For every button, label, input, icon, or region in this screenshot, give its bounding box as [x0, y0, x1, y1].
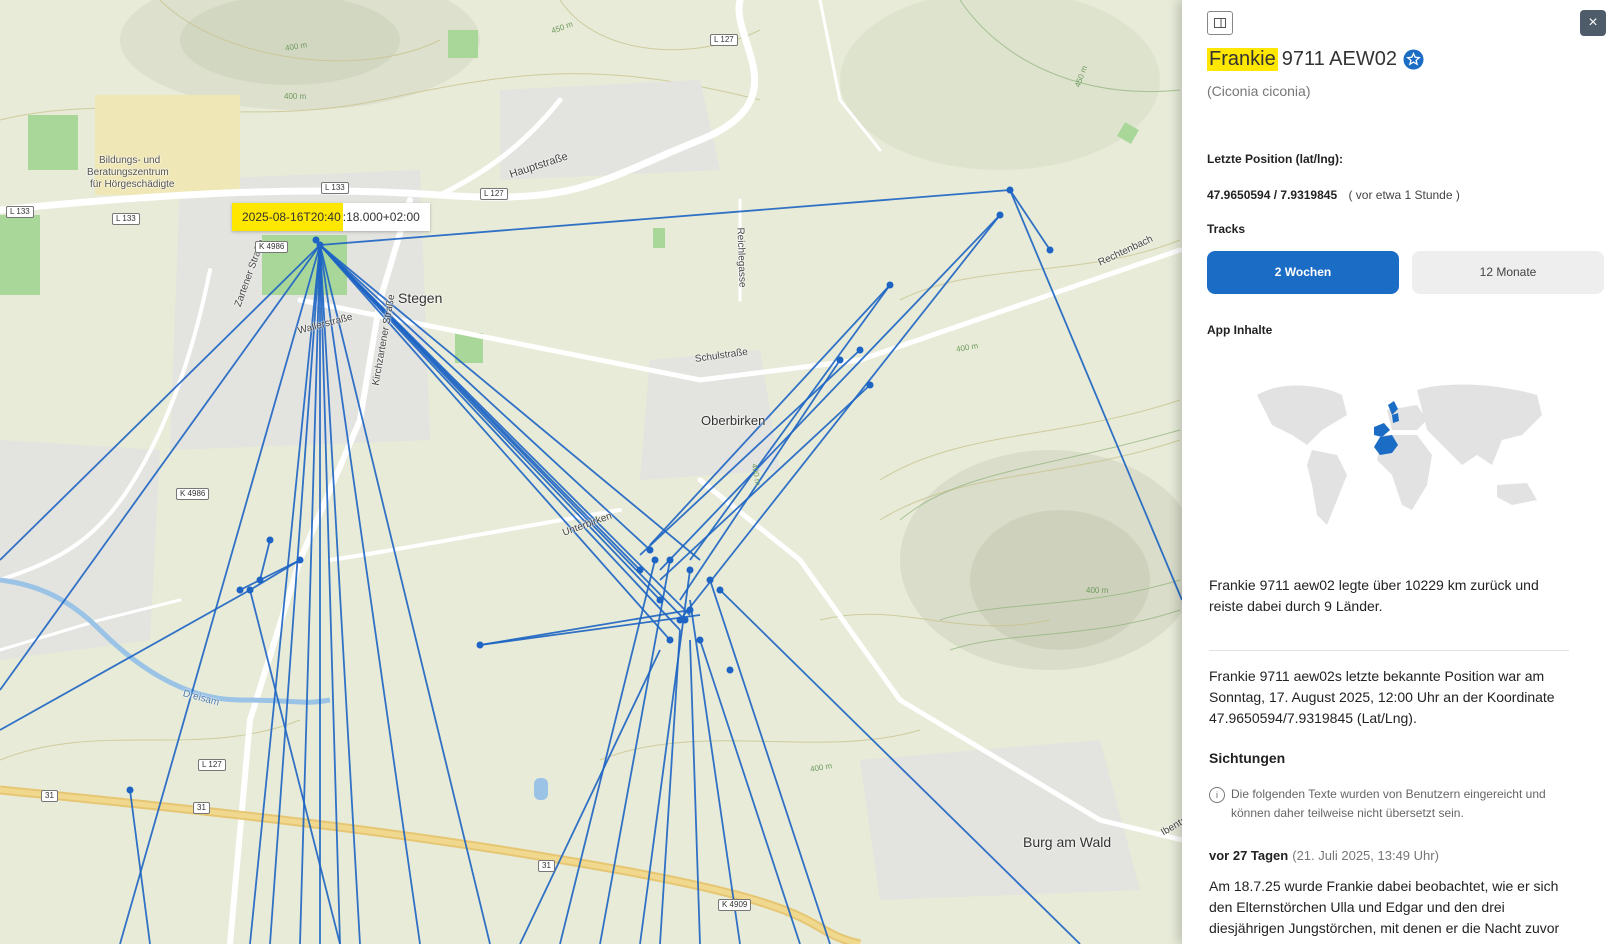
track-point[interactable]	[666, 636, 674, 644]
track-point[interactable]	[666, 556, 674, 564]
road-sign: L 127	[710, 34, 738, 46]
contour-label: 400 m	[1086, 586, 1109, 595]
coordinates: 47.9650594 / 7.9319845	[1207, 188, 1338, 202]
road-sign: L 133	[6, 206, 34, 218]
track-point[interactable]	[681, 616, 689, 624]
sighting-date: (21. Juli 2025, 13:49 Uhr)	[1292, 848, 1439, 863]
road-sign: K 4986	[176, 488, 210, 500]
track-point[interactable]	[256, 576, 264, 584]
map-place-label: Oberbirken	[701, 413, 766, 428]
track-point[interactable]	[686, 606, 694, 614]
track-point[interactable]	[312, 236, 320, 244]
animal-name-highlight: Frankie	[1207, 48, 1278, 71]
track-point[interactable]	[236, 586, 244, 594]
road-sign: 31	[538, 860, 555, 872]
track-point[interactable]	[696, 636, 704, 644]
sighting-age: vor 27 Tagen	[1209, 848, 1289, 863]
summary-paragraph: Frankie 9711 aew02 legte über 10229 km z…	[1209, 577, 1539, 614]
map-place-label: Bildungs- und	[99, 155, 161, 166]
position-tooltip: 2025-08-16T20:40:18.000+02:00	[232, 203, 430, 231]
road-sign: K 4909	[718, 899, 752, 911]
app-content-label: App Inhalte	[1207, 323, 1273, 337]
road-sign: K 4986	[255, 241, 289, 253]
contour-label: 400 m	[284, 92, 307, 101]
track-point[interactable]	[246, 586, 254, 594]
sidebar-toggle-icon[interactable]	[1207, 11, 1233, 35]
sightings-info-text: Die folgenden Texte wurden von Benutzern…	[1231, 787, 1546, 820]
road-sign: L 133	[321, 182, 349, 194]
track-point[interactable]	[651, 556, 659, 564]
track-point[interactable]	[296, 556, 304, 564]
animal-name-id: 9711 AEW02	[1281, 48, 1397, 70]
track-point[interactable]	[886, 281, 894, 289]
animal-detail-panel: × Frankie 9711 AEW02 (Ciconia ciconia) L…	[1182, 0, 1614, 944]
track-point[interactable]	[686, 566, 694, 574]
track-point[interactable]	[636, 566, 644, 574]
map-view[interactable]: Stegen Oberbirken Burg am Wald Bildungs- un…	[0, 0, 1182, 944]
last-position-paragraph: Frankie 9711 aew02s letzte bekannte Posi…	[1209, 668, 1555, 726]
map-place-label: Stegen	[398, 290, 443, 306]
last-position-label: Letzte Position (lat/lng):	[1207, 152, 1343, 166]
track-point[interactable]	[656, 596, 664, 604]
track-point[interactable]	[716, 586, 724, 594]
species-latin: (Ciconia ciconia)	[1207, 83, 1311, 99]
track-point[interactable]	[126, 786, 134, 794]
tooltip-timestamp-highlight: 2025-08-16T20:40	[232, 203, 343, 231]
last-position-value: 47.9650594 / 7.9319845 ( vor etwa 1 Stun…	[1207, 188, 1460, 202]
tab-2-weeks[interactable]: 2 Wochen	[1207, 251, 1399, 294]
road-sign: 31	[193, 802, 210, 814]
map-place-label: Burg am Wald	[1023, 834, 1112, 850]
map-canvas[interactable]	[0, 0, 1182, 944]
map-place-label: für Hörgeschädigte	[90, 179, 175, 190]
track-point[interactable]	[856, 346, 864, 354]
track-point[interactable]	[646, 546, 654, 554]
track-point[interactable]	[1006, 186, 1014, 194]
road-sign: 31	[41, 790, 58, 802]
map-place-label: Reichlegasse	[734, 227, 748, 288]
sightings-info: i Die folgenden Texte wurden von Benutze…	[1209, 785, 1579, 823]
sighting-text: Am 18.7.25 wurde Frankie dabei beobachte…	[1209, 878, 1560, 936]
coordinates-age: ( vor etwa 1 Stunde )	[1348, 188, 1460, 202]
track-point[interactable]	[866, 381, 874, 389]
track-point[interactable]	[1046, 246, 1054, 254]
map-place-label: Beratungszentrum	[87, 167, 169, 178]
track-point[interactable]	[996, 211, 1004, 219]
road-sign: L 133	[112, 213, 140, 225]
road-sign: L 127	[198, 759, 226, 771]
tooltip-timestamp-rest: :18.000+02:00	[342, 210, 420, 224]
world-map-thumbnail	[1257, 384, 1542, 525]
tracks-label: Tracks	[1207, 222, 1246, 236]
info-icon: i	[1209, 787, 1225, 803]
track-point[interactable]	[836, 356, 844, 364]
close-button[interactable]: ×	[1580, 10, 1606, 36]
tab-12-months[interactable]: 12 Monate	[1412, 251, 1604, 294]
divider	[1209, 650, 1569, 651]
sightings-heading: Sichtungen	[1209, 750, 1286, 766]
sighting-meta: vor 27 Tagen (21. Juli 2025, 13:49 Uhr)	[1209, 848, 1439, 863]
track-point[interactable]	[726, 666, 734, 674]
verified-star-icon	[1403, 49, 1424, 70]
animal-title: Frankie 9711 AEW02	[1207, 48, 1424, 71]
road-sign: L 127	[480, 188, 508, 200]
track-point[interactable]	[706, 576, 714, 584]
track-point[interactable]	[476, 641, 484, 649]
track-point[interactable]	[266, 536, 274, 544]
